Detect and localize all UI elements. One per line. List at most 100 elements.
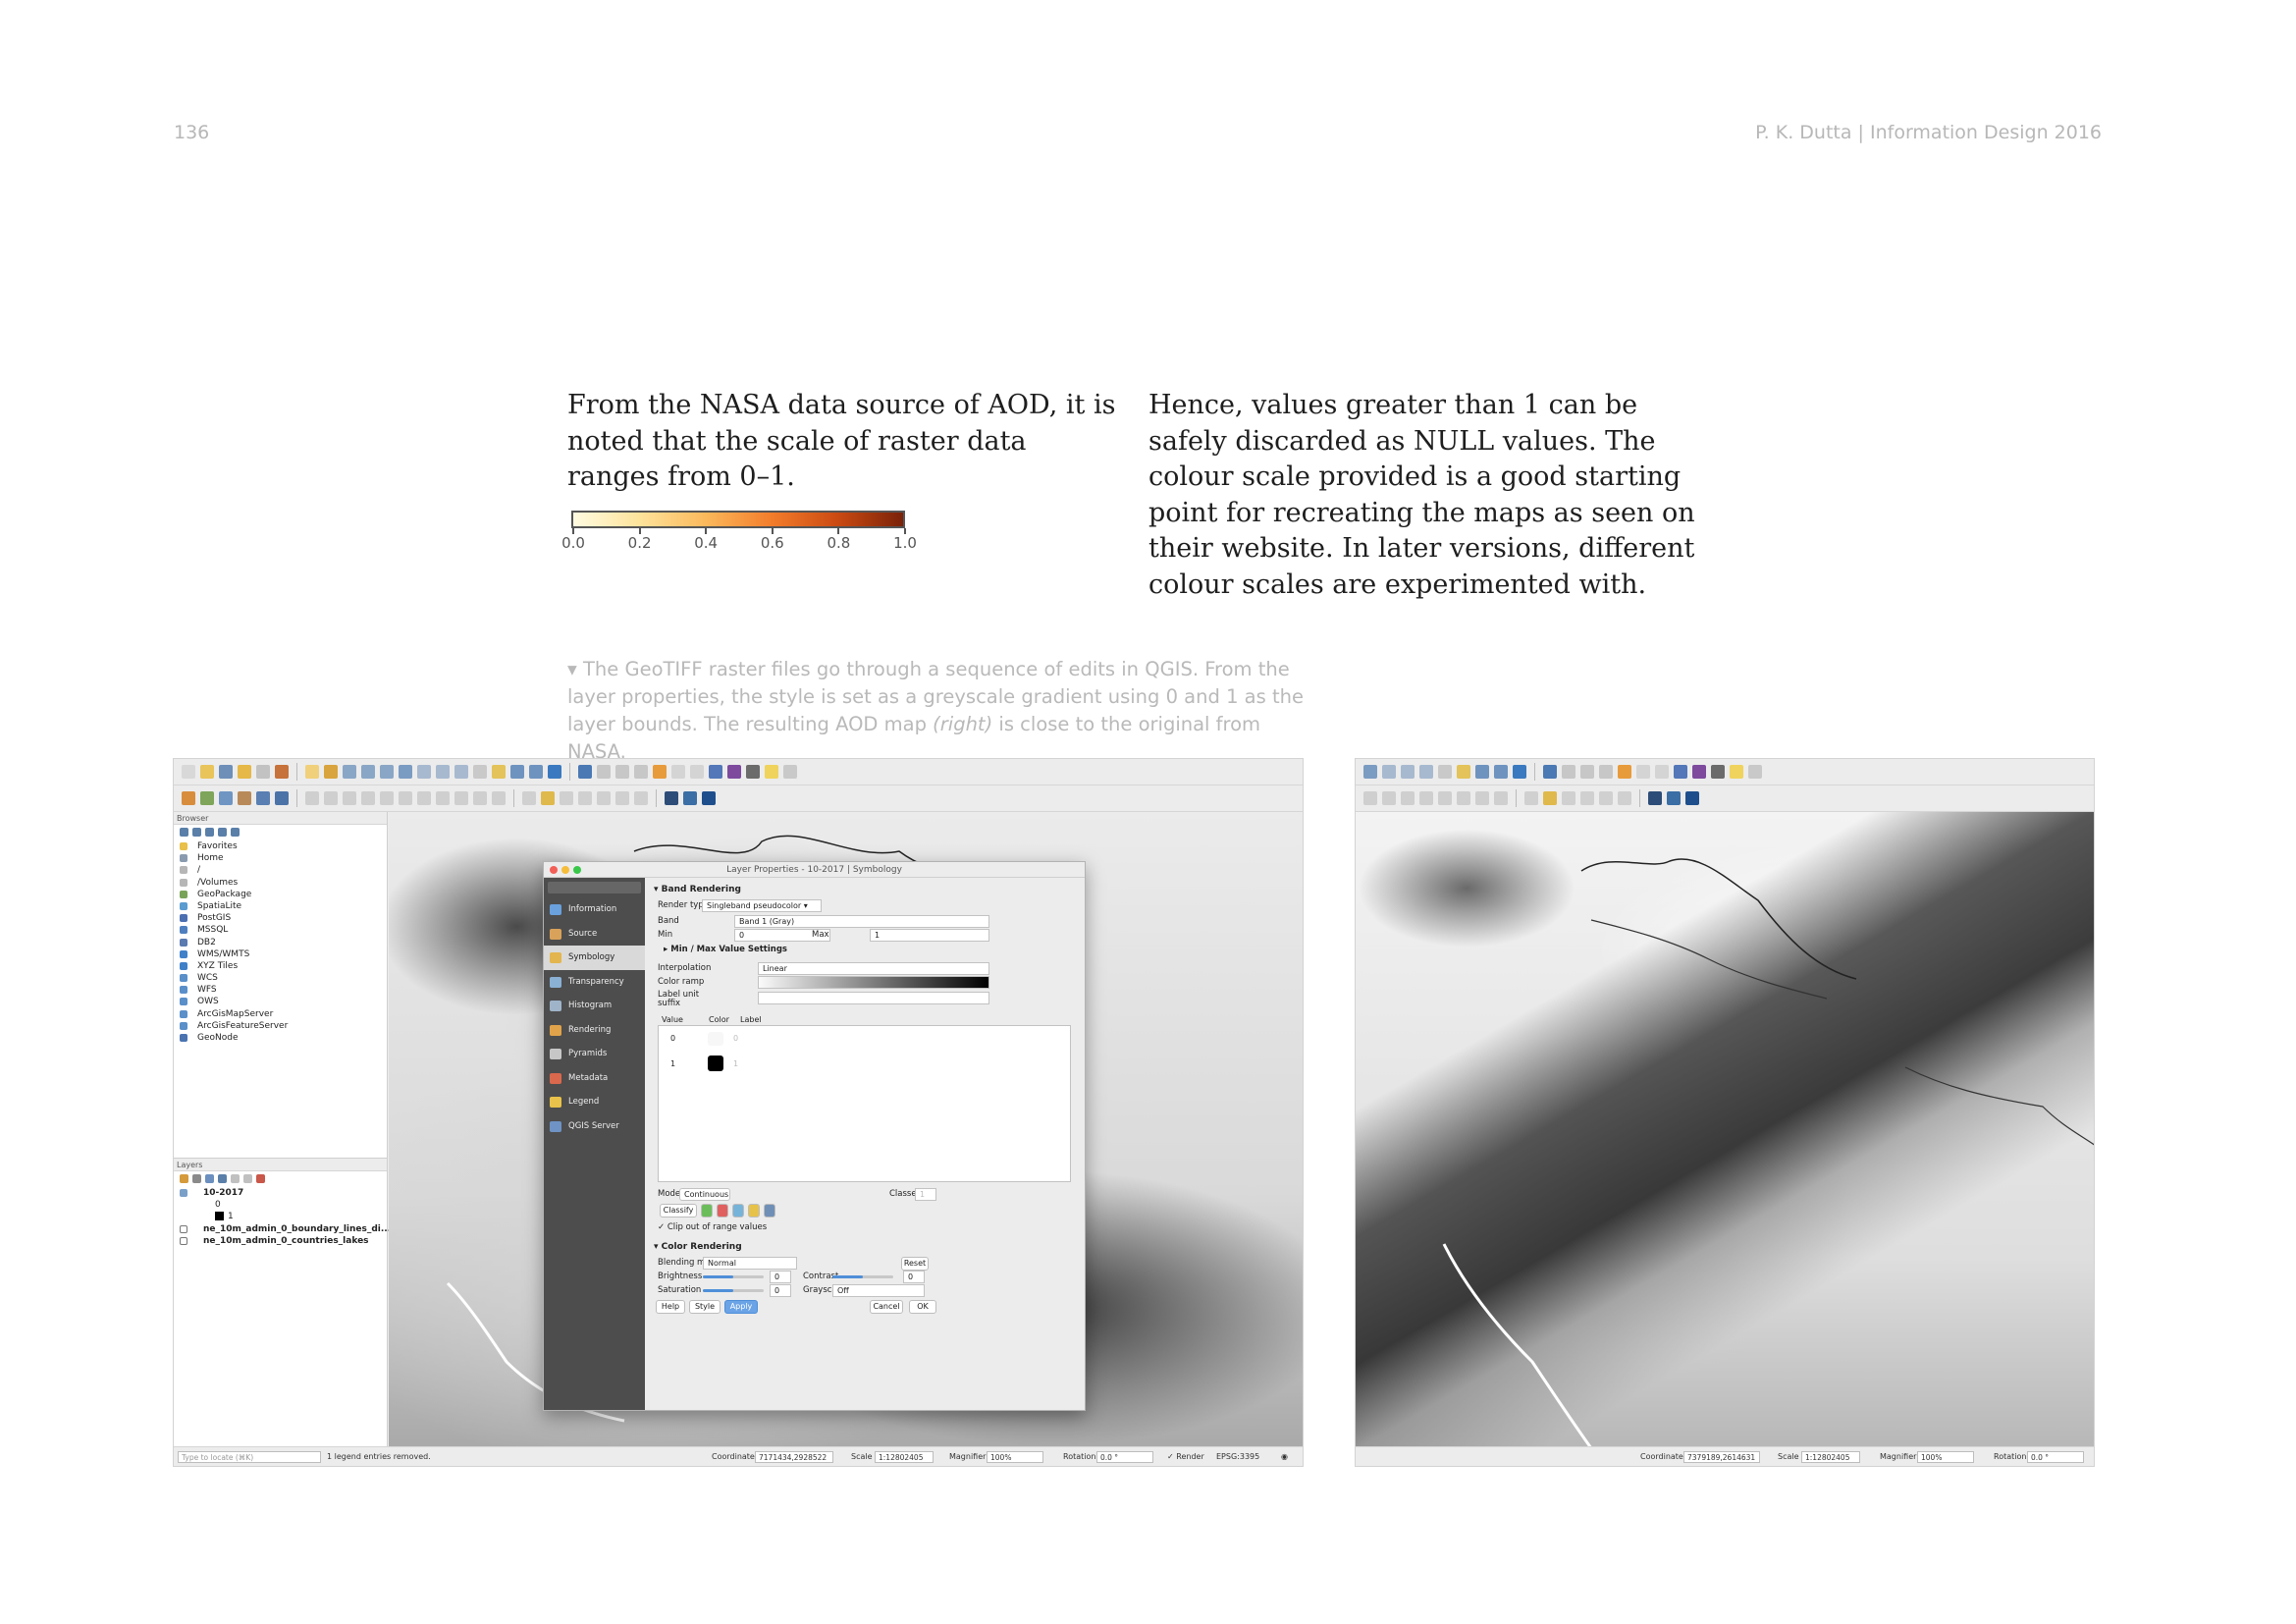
paste-icon[interactable] [1475, 791, 1489, 805]
bookmark-icon[interactable] [510, 765, 524, 779]
add-feature-icon[interactable] [1401, 791, 1415, 805]
sidebar-item-pyramids[interactable]: Pyramids [544, 1042, 645, 1066]
new-map-view-icon[interactable] [1457, 765, 1470, 779]
zoom-window-icon[interactable] [573, 866, 581, 874]
browser-item-[interactable]: / [174, 864, 387, 876]
move-label-icon[interactable] [1599, 791, 1613, 805]
select-icon[interactable] [597, 765, 611, 779]
edit-pencil-alt-icon[interactable] [324, 791, 338, 805]
layer-item-aod-raster[interactable]: 10-2017 [174, 1187, 387, 1199]
styling-icon[interactable] [180, 1174, 188, 1183]
mode-select[interactable]: Continuous [679, 1188, 730, 1201]
add-virtual-layer-icon[interactable] [275, 791, 289, 805]
pin-labels-icon[interactable] [560, 791, 573, 805]
label-tool-icon[interactable] [522, 791, 536, 805]
measure-icon[interactable] [1711, 765, 1725, 779]
pin-labels-icon[interactable] [1562, 791, 1575, 805]
help-button[interactable]: Help [656, 1300, 685, 1314]
copy-icon[interactable] [436, 791, 450, 805]
add-group-icon[interactable] [192, 1174, 201, 1183]
saturation-slider[interactable] [703, 1289, 764, 1292]
bookmark-icon[interactable] [1475, 765, 1489, 779]
browser-item-volumes[interactable]: /Volumes [174, 877, 387, 889]
change-label-icon[interactable] [634, 791, 648, 805]
cancel-button[interactable]: Cancel [870, 1300, 903, 1314]
classify-button[interactable]: Classify [660, 1204, 697, 1218]
table-row[interactable]: 1 1 [659, 1052, 1070, 1077]
zoom-last-icon[interactable] [1438, 765, 1452, 779]
refresh-icon[interactable] [192, 828, 201, 837]
rotation-field[interactable]: 0.0 ° [1096, 1451, 1153, 1463]
rotate-label-icon[interactable] [1618, 791, 1631, 805]
browser-item-arcgismapserver[interactable]: ArcGisMapServer [174, 1008, 387, 1020]
undo-icon[interactable] [1494, 791, 1508, 805]
add-wms-icon[interactable] [256, 791, 270, 805]
band-rendering-header[interactable]: ▾ Band Rendering [654, 882, 1077, 897]
text-annotation-icon[interactable] [783, 765, 797, 779]
sidebar-item-symbology[interactable]: Symbology [544, 946, 645, 970]
checkbox-icon[interactable] [180, 1224, 187, 1233]
clip-row[interactable]: ✓ Clip out of range values [658, 1221, 1071, 1235]
show-labels-icon[interactable] [578, 791, 592, 805]
deselect-icon[interactable] [634, 765, 648, 779]
zoom-native-icon[interactable] [454, 765, 468, 779]
field-calculator-icon[interactable] [1636, 765, 1650, 779]
select-value-icon[interactable] [1580, 765, 1594, 779]
globe-icon[interactable] [665, 791, 678, 805]
zoom-selection-icon[interactable] [417, 765, 431, 779]
add-selected-icon[interactable] [180, 828, 188, 837]
select-value-icon[interactable] [615, 765, 629, 779]
show-bookmarks-icon[interactable] [1494, 765, 1508, 779]
coordinate-field[interactable]: 7379189,2614631 [1683, 1451, 1760, 1463]
show-bookmarks-icon[interactable] [529, 765, 543, 779]
zoom-rescale-icon[interactable] [380, 765, 394, 779]
sidebar-item-transparency[interactable]: Transparency [544, 970, 645, 995]
toolbox-icon[interactable] [1655, 765, 1669, 779]
zoom-in-icon[interactable] [343, 765, 356, 779]
zoom-layer-icon[interactable] [1401, 765, 1415, 779]
color-ramp-select[interactable] [758, 976, 989, 989]
zoom-full-icon[interactable] [399, 765, 412, 779]
browser-item-xyz-tiles[interactable]: XYZ Tiles [174, 960, 387, 972]
crs-button[interactable]: EPSG:3395 [1216, 1451, 1259, 1463]
sidebar-item-histogram[interactable]: Histogram [544, 994, 645, 1018]
expand-all-icon[interactable] [231, 1174, 240, 1183]
collapse-icon[interactable] [218, 828, 227, 837]
sidebar-item-source[interactable]: Source [544, 922, 645, 947]
map-tips-icon[interactable] [765, 765, 778, 779]
browser-item-postgis[interactable]: PostGIS [174, 912, 387, 924]
python-console-icon[interactable] [1667, 791, 1681, 805]
toolbox-icon[interactable] [690, 765, 704, 779]
layer-item-countries-lakes[interactable]: ne_10m_admin_0_countries_lakes [174, 1235, 387, 1247]
blending-select[interactable]: Normal [703, 1257, 797, 1270]
locator-search-input[interactable]: Type to locate (⌘K) [178, 1451, 321, 1463]
digitize-icon[interactable] [238, 791, 251, 805]
save-edits-icon[interactable] [1382, 791, 1396, 805]
collapse-all-icon[interactable] [243, 1174, 252, 1183]
scale-field[interactable]: 1:12802405 [1801, 1451, 1860, 1463]
max-field[interactable]: 1 [870, 929, 989, 942]
remove-layer-icon[interactable] [256, 1174, 265, 1183]
browser-item-home[interactable]: Home [174, 852, 387, 864]
plugin-icon[interactable] [1685, 791, 1699, 805]
browser-item-geopackage[interactable]: GeoPackage [174, 889, 387, 900]
measure-icon[interactable] [746, 765, 760, 779]
layer-item-boundary-lines[interactable]: ne_10m_admin_0_boundary_lines_di... [174, 1223, 391, 1235]
zoom-native-icon[interactable] [1419, 765, 1433, 779]
rotate-label-icon[interactable] [615, 791, 629, 805]
info-icon[interactable] [231, 828, 240, 837]
delete-icon[interactable] [399, 791, 412, 805]
cut-icon[interactable] [1438, 791, 1452, 805]
aod-map-canvas[interactable] [1356, 812, 2094, 1448]
remove-value-icon[interactable] [717, 1204, 728, 1218]
change-color-icon[interactable] [732, 1204, 744, 1218]
browser-item-mssql[interactable]: MSSQL [174, 924, 387, 936]
select-icon[interactable] [1562, 765, 1575, 779]
entry-color-swatch[interactable] [708, 1056, 723, 1071]
pan-icon[interactable] [305, 765, 319, 779]
statistics-sigma-icon[interactable] [727, 765, 741, 779]
style-manager-icon[interactable] [275, 765, 289, 779]
filter-legend-icon[interactable] [218, 1174, 227, 1183]
sidebar-item-information[interactable]: Information [544, 897, 645, 922]
settings-gear-icon[interactable] [1674, 765, 1687, 779]
